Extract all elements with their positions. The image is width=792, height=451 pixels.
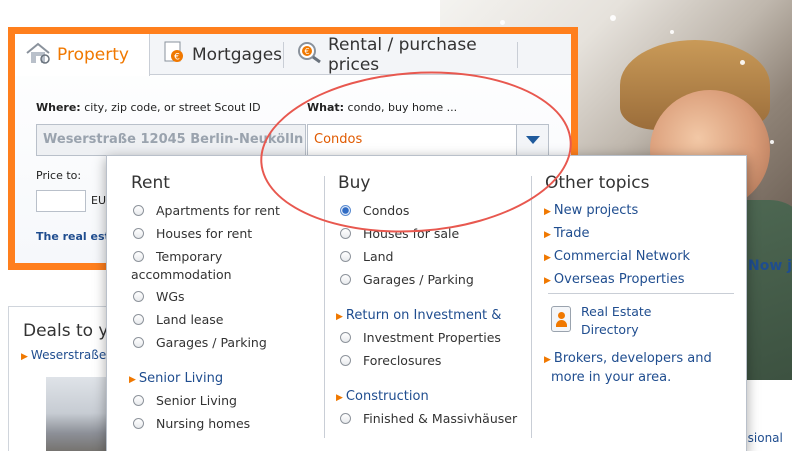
currency-label: EU — [91, 194, 107, 207]
caret-right-icon: ▶ — [544, 276, 551, 286]
price-label: Price to: — [36, 169, 82, 182]
radio-icon — [340, 332, 351, 343]
euro-document-icon: € — [162, 40, 186, 69]
return-on-investment-heading[interactable]: ▶ Return on Investment & — [336, 308, 501, 323]
option-temporary-accommodation-line2[interactable]: accommodation — [131, 267, 232, 282]
senior-living-heading[interactable]: ▶ Senior Living — [129, 371, 223, 386]
rent-heading: Rent — [131, 173, 170, 193]
euro-magnifier-icon: € — [296, 40, 322, 69]
link-real-estate-directory-line2[interactable]: Directory — [581, 322, 639, 337]
deals-panel: Deals to yo ▶ Weserstraße/ — [8, 306, 119, 451]
column-divider — [531, 176, 532, 438]
option-land-lease[interactable]: Land lease — [133, 312, 223, 327]
radio-icon — [340, 355, 351, 366]
radio-icon — [133, 291, 144, 302]
link-commercial-network[interactable]: ▶ Commercial Network — [544, 249, 690, 264]
option-houses-for-sale[interactable]: Houses for sale — [340, 226, 459, 241]
what-label: What: condo, buy home ... — [307, 101, 458, 114]
radio-icon — [133, 337, 144, 348]
radio-icon — [340, 228, 351, 239]
link-brokers-developers[interactable]: ▶ Brokers, developers and — [544, 351, 712, 366]
radio-icon — [133, 228, 144, 239]
caret-right-icon: ▶ — [544, 253, 551, 263]
what-select[interactable]: Condos — [307, 124, 549, 156]
caret-right-icon: ▶ — [544, 355, 551, 365]
caret-right-icon: ▶ — [21, 352, 28, 362]
option-houses-for-rent[interactable]: Houses for rent — [133, 226, 252, 241]
option-garages-parking-buy[interactable]: Garages / Parking — [340, 272, 474, 287]
deals-title: Deals to yo — [23, 321, 119, 341]
option-senior-living[interactable]: Senior Living — [133, 393, 237, 408]
where-input[interactable]: Weserstraße 12045 Berlin-Neukölln — [36, 124, 306, 156]
tab-rental-purchase-prices[interactable]: € Rental / purchase prices — [286, 34, 518, 75]
option-foreclosures[interactable]: Foreclosures — [340, 353, 441, 368]
link-trade[interactable]: ▶ Trade — [544, 226, 590, 241]
caret-right-icon: ▶ — [129, 375, 136, 385]
option-garages-parking-rent[interactable]: Garages / Parking — [133, 335, 267, 350]
topics-divider — [548, 293, 734, 294]
radio-icon — [133, 314, 144, 325]
radio-icon — [340, 274, 351, 285]
construction-heading[interactable]: ▶ Construction — [336, 389, 429, 404]
caret-right-icon: ▶ — [544, 230, 551, 240]
caret-right-icon: ▶ — [336, 393, 343, 403]
option-condos[interactable]: Condos — [340, 203, 409, 218]
caret-right-icon: ▶ — [544, 207, 551, 217]
option-apartments-for-rent[interactable]: Apartments for rent — [133, 203, 280, 218]
house-icon — [25, 41, 51, 70]
option-nursing-homes[interactable]: Nursing homes — [133, 416, 250, 431]
tab-mortgages[interactable]: € Mortgages — [152, 34, 284, 75]
buy-heading: Buy — [338, 173, 371, 193]
radio-icon — [133, 395, 144, 406]
radio-icon — [133, 205, 144, 216]
link-new-projects[interactable]: ▶ New projects — [544, 203, 638, 218]
option-temporary-accommodation[interactable]: Temporary — [133, 249, 222, 264]
other-topics-heading: Other topics — [545, 173, 650, 193]
page: Property € Mortgages € Rental / purchase… — [0, 0, 792, 451]
radio-icon — [340, 413, 351, 424]
radio-icon — [340, 251, 351, 262]
column-divider — [324, 176, 325, 438]
search-tabs: Property € Mortgages € Rental / purchase… — [15, 34, 571, 76]
svg-text:€: € — [174, 53, 180, 63]
tab-mortgages-label: Mortgages — [192, 44, 283, 65]
price-input[interactable] — [36, 190, 86, 212]
deals-location-link[interactable]: ▶ Weserstraße/ — [21, 348, 110, 362]
tab-property[interactable]: Property — [15, 34, 150, 76]
tab-property-label: Property — [57, 45, 129, 65]
option-finished-massivhauser[interactable]: Finished & Massivhäuser — [340, 411, 517, 426]
what-select-value: Condos — [314, 132, 363, 147]
tab-rental-label: Rental / purchase prices — [328, 34, 477, 75]
now-link[interactable]: Now j — [748, 258, 792, 274]
property-type-dropdown: Rent Apartments for rent Houses for rent… — [106, 155, 747, 451]
svg-text:€: € — [304, 47, 309, 56]
option-investment-properties[interactable]: Investment Properties — [340, 330, 501, 345]
link-real-estate-directory-line1[interactable]: Real Estate — [581, 304, 651, 319]
caret-right-icon: ▶ — [336, 312, 343, 322]
radio-icon — [133, 418, 144, 429]
option-wgs[interactable]: WGs — [133, 289, 185, 304]
radio-icon — [133, 251, 144, 262]
link-brokers-developers-line2[interactable]: more in your area. — [551, 370, 671, 385]
option-land[interactable]: Land — [340, 249, 393, 264]
where-label: Where: city, zip code, or street Scout I… — [36, 101, 261, 114]
chevron-down-icon[interactable] — [516, 125, 548, 155]
radio-selected-icon — [340, 205, 351, 216]
link-overseas-properties[interactable]: ▶ Overseas Properties — [544, 272, 685, 287]
directory-person-icon[interactable] — [551, 306, 571, 332]
